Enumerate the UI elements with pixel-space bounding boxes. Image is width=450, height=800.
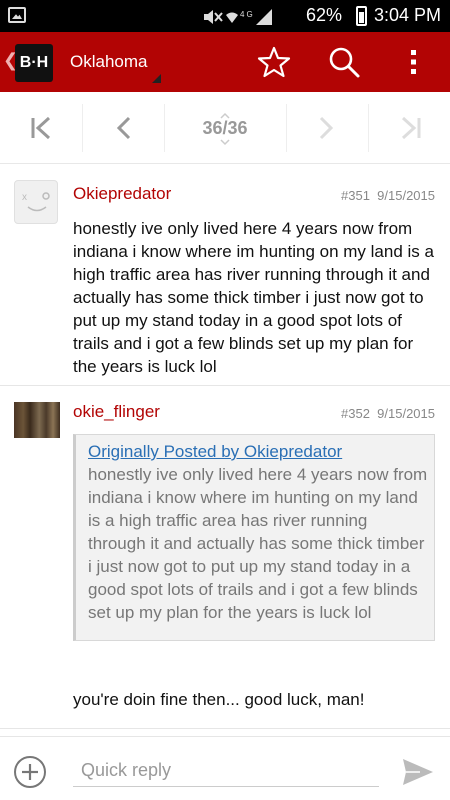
- prev-page-button[interactable]: [104, 104, 144, 152]
- post-username[interactable]: Okiepredator: [73, 184, 171, 204]
- svg-text:x: x: [22, 192, 27, 203]
- next-page-icon: [319, 116, 334, 140]
- post-meta: #351 9/15/2015: [341, 188, 435, 203]
- first-page-icon: [31, 116, 51, 140]
- send-button[interactable]: [400, 755, 436, 789]
- default-avatar-icon: x: [22, 192, 50, 212]
- first-page-button[interactable]: [22, 104, 62, 152]
- post-username[interactable]: okie_flinger: [73, 402, 160, 422]
- page-navigator: 36/36: [0, 92, 450, 164]
- post-number[interactable]: #351: [341, 188, 370, 203]
- svg-text:4G: 4G: [240, 10, 255, 19]
- post-number[interactable]: #352: [341, 406, 370, 421]
- pager-divider: [82, 104, 83, 152]
- post-divider: [0, 728, 450, 729]
- post-meta: #352 9/15/2015: [341, 406, 435, 421]
- post-divider: [0, 385, 450, 386]
- last-page-icon: [401, 116, 421, 140]
- battery-percent: 62%: [306, 5, 343, 25]
- gallery-icon: [8, 7, 26, 23]
- search-button[interactable]: [326, 44, 362, 80]
- overflow-menu-button[interactable]: [400, 44, 428, 80]
- quick-reply-input[interactable]: [73, 755, 379, 787]
- next-page-button[interactable]: [306, 104, 346, 152]
- post-body: honestly ive only lived here 4 years now…: [73, 219, 434, 376]
- quick-reply-bar: [0, 736, 450, 800]
- status-bar: 4G 62% 3:04 PM: [0, 0, 450, 32]
- prev-page-icon: [116, 116, 131, 140]
- avatar[interactable]: [14, 402, 60, 438]
- app-bar: ❮ B·H Oklahoma: [0, 32, 450, 92]
- system-icons: 4G: [202, 7, 297, 30]
- clock: 3:04 PM: [374, 5, 442, 25]
- avatar[interactable]: x: [14, 180, 58, 224]
- post-body: you're doin fine then... good luck, man!: [73, 690, 365, 709]
- pager-divider: [164, 104, 165, 152]
- connectivity-icons: 4G: [204, 9, 272, 25]
- forum-title[interactable]: Oklahoma: [70, 52, 147, 72]
- search-icon: [329, 47, 360, 78]
- last-page-button[interactable]: [390, 104, 430, 152]
- post-date: 9/15/2015: [377, 406, 435, 421]
- post-date: 9/15/2015: [377, 188, 435, 203]
- quote-block: Originally Posted by Okiepredator honest…: [73, 434, 435, 641]
- overflow-menu-icon: [411, 50, 416, 74]
- add-attachment-button[interactable]: [13, 755, 47, 789]
- dropdown-indicator-icon: [152, 74, 161, 83]
- star-icon: [257, 46, 291, 78]
- quote-text: honestly ive only lived here 4 years now…: [88, 465, 428, 622]
- pager-divider: [286, 104, 287, 152]
- battery-icon: [356, 6, 367, 26]
- pager-divider: [368, 104, 369, 152]
- app-logo[interactable]: B·H: [15, 44, 53, 82]
- send-icon: [403, 759, 433, 785]
- page-counter[interactable]: 36/36: [184, 118, 266, 139]
- add-circle-icon: [14, 756, 46, 788]
- quote-source-link[interactable]: Originally Posted by Okiepredator: [88, 440, 428, 463]
- star-button[interactable]: [256, 44, 292, 80]
